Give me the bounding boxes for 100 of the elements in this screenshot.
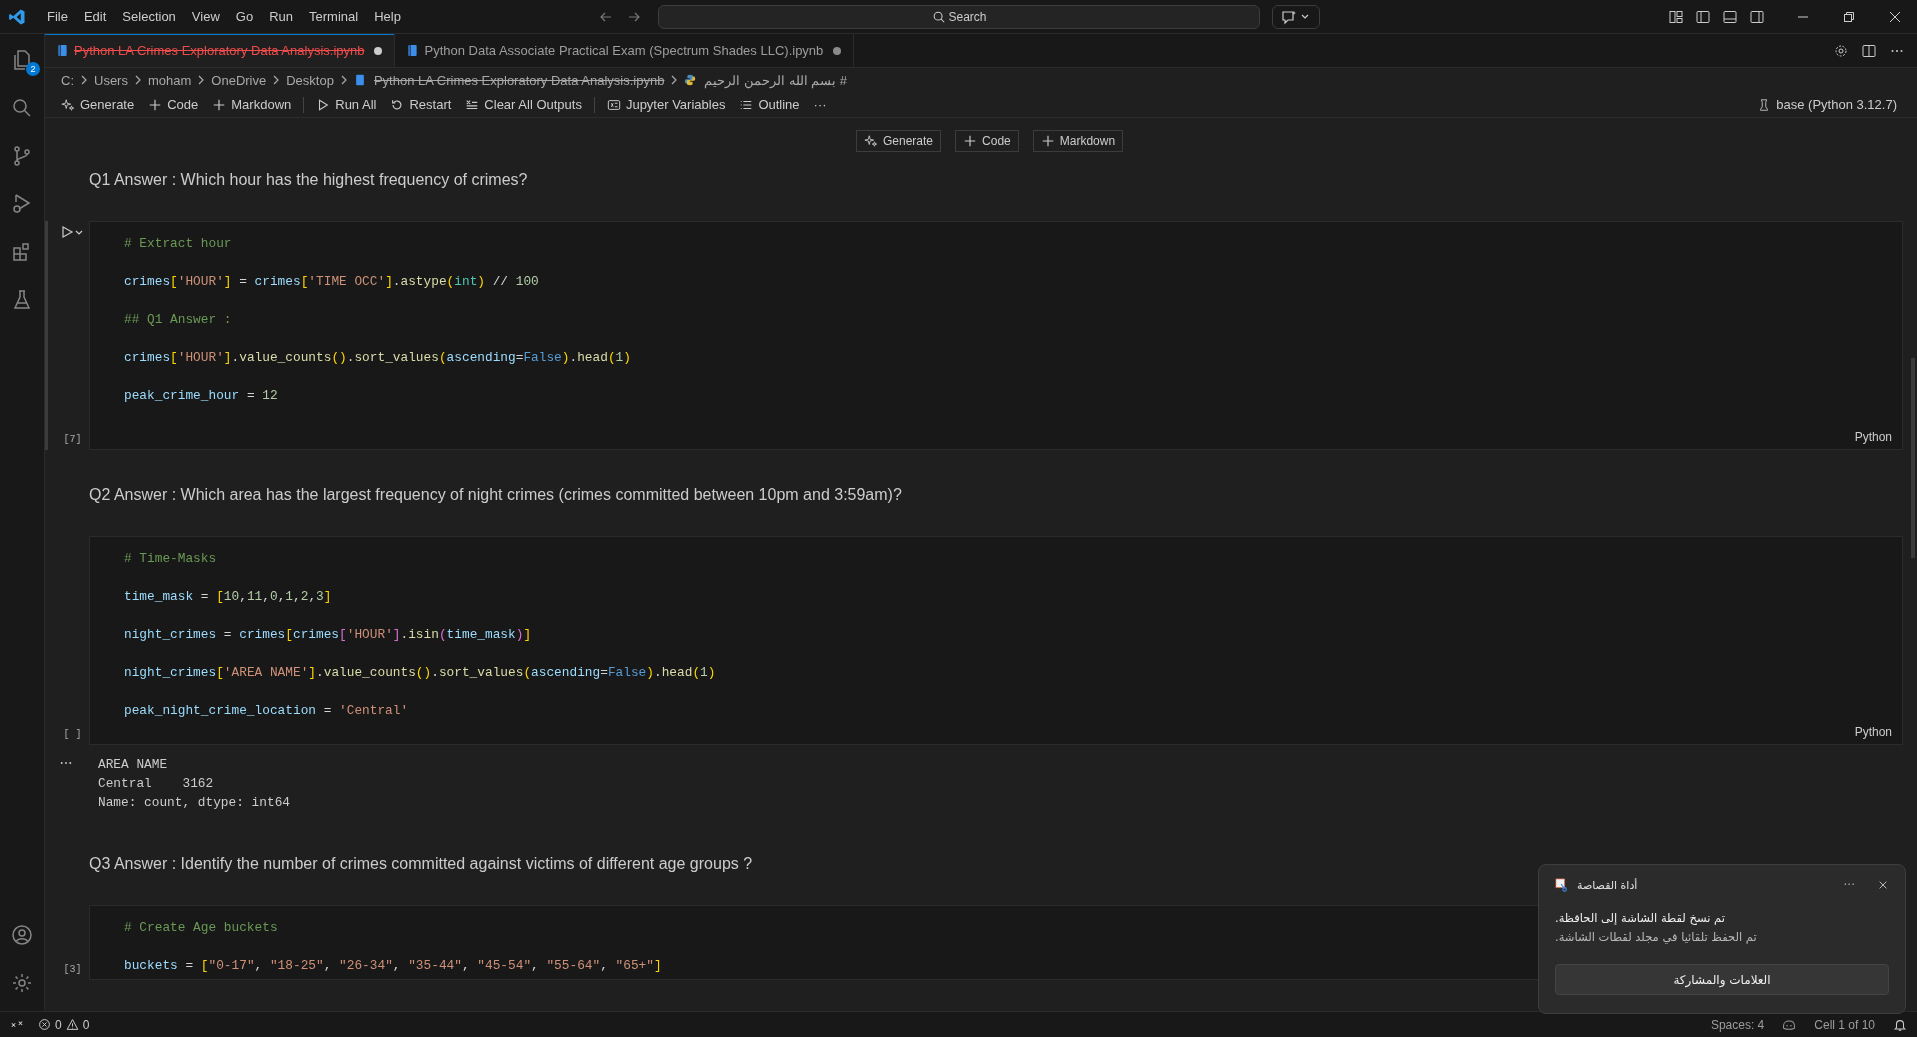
menu-item[interactable]: Go — [228, 6, 261, 27]
insert-cell-button[interactable]: Generate — [856, 130, 942, 152]
menu-item[interactable]: Edit — [76, 6, 114, 27]
notification-message: تم نسخ لقطة الشاشة إلى الحافظة. — [1555, 910, 1725, 927]
plus-icon — [963, 134, 978, 148]
chat-button[interactable] — [1271, 4, 1320, 29]
panel-toggle-icon[interactable] — [1722, 8, 1738, 25]
notebook-icon — [353, 74, 366, 86]
split-editor-icon[interactable] — [1861, 42, 1877, 59]
menu-item[interactable]: Terminal — [302, 6, 366, 27]
chevron-icon — [133, 74, 142, 86]
cell-position-status[interactable]: Cell 1 of 10 — [1814, 1017, 1875, 1032]
output-line: Central 3162 — [98, 775, 215, 793]
breadcrumb-item[interactable]: Python LA Crimes Exploratory Data Analysis.ipynb — [373, 72, 665, 88]
warning-icon — [65, 1018, 79, 1031]
plus-icon — [148, 97, 163, 112]
toolbar-button[interactable]: Markdown — [206, 95, 298, 114]
code-line: ## Q1 Answer : — [124, 311, 232, 329]
menu-item[interactable]: File — [40, 6, 75, 27]
markdown-text: Q1 Answer : Which hour has the highest frequency of crimes? — [89, 170, 528, 190]
code-line: peak_crime_hour = 12 — [124, 387, 278, 405]
code-line: crimes['HOUR'] = crimes['TIME OCC'].astype(int) // 100 — [124, 273, 539, 291]
toolbar-button[interactable]: Code — [142, 95, 205, 114]
menu-item[interactable]: Selection — [115, 6, 183, 27]
language-label[interactable]: Python — [1854, 724, 1892, 740]
breadcrumb-item[interactable]: # بسم الله الرحمن الرحيم — [704, 72, 848, 88]
run-cell-button[interactable] — [60, 225, 85, 239]
indentation-status[interactable]: Spaces: 4 — [1710, 1017, 1765, 1032]
code-line: # Create Age buckets — [124, 919, 278, 937]
plus-icon — [1040, 134, 1055, 148]
chevron-icon — [197, 74, 206, 86]
code-line: night_crimes = crimes[crimes['HOUR'].isin(time_mask)] — [124, 626, 532, 644]
editor-tab[interactable]: Python LA Crimes Exploratory Data Analysis.ipynb — [45, 34, 396, 67]
sidebar-toggle-icon[interactable] — [1695, 8, 1711, 25]
code-line: # Extract hour — [124, 235, 232, 253]
toolbar-button[interactable]: Run All — [310, 95, 383, 114]
breadcrumb-item[interactable]: OneDrive — [211, 72, 267, 88]
chevron-icon — [670, 74, 679, 86]
execution-count: [7] — [63, 434, 82, 445]
execution-count: [ ] — [63, 729, 82, 740]
more-button[interactable]: ··· — [807, 95, 833, 114]
toolbar-button[interactable]: Generate — [55, 95, 141, 114]
warning-count[interactable]: 0 — [82, 1017, 90, 1032]
run-icon — [316, 97, 331, 112]
editor-tab[interactable]: Python Data Associate Practical Exam (Spectrum Shades LLC).ipynb — [395, 34, 855, 67]
notification-message: تم الحفظ تلقائيا في مجلد لقطات الشاشة. — [1555, 929, 1757, 946]
output-line: AREA NAME — [98, 756, 169, 774]
language-label[interactable]: Python — [1854, 429, 1892, 445]
toolbar-button[interactable]: Outline — [733, 95, 806, 114]
settings-icon[interactable] — [1833, 42, 1849, 59]
secondary-sidebar-icon[interactable] — [1749, 8, 1765, 25]
insert-cell-button[interactable]: Code — [955, 130, 1019, 152]
unsaved-dot — [374, 46, 383, 55]
markdown-text: Q3 Answer : Identify the number of crimes committed against victims of different age groups ? — [89, 854, 753, 874]
breadcrumb-item[interactable]: Users — [94, 72, 128, 88]
notebook-icon — [57, 44, 68, 57]
output-menu-icon[interactable] — [60, 761, 72, 765]
breadcrumb-item[interactable]: Desktop — [286, 72, 334, 88]
code-line: peak_night_crime_location = 'Central' — [124, 702, 409, 720]
code-cell[interactable]: # Extract hour crimes['HOUR'] = crimes['TIME OCC'].astype(int) // 100 ## Q1 Answer : crimes['HOUR'].value_counts().sort_values(ascending=False).head(1) peak_crime_hour = 12 Python — [89, 221, 1903, 450]
account-icon[interactable] — [10, 923, 34, 947]
notebook-icon — [407, 44, 419, 57]
menu-item[interactable]: Help — [367, 6, 408, 27]
kernel-picker[interactable]: base (Python 3.12.7) — [1751, 95, 1903, 114]
execution-count: [3] — [63, 964, 82, 975]
restart-icon — [390, 97, 405, 112]
code-line: # Time-Masks — [124, 550, 217, 568]
output-line: Name: count, dtype: int64 — [98, 794, 290, 812]
bell-icon[interactable] — [1893, 1017, 1907, 1032]
toast-action-button[interactable]: العلامات والمشاركة — [1555, 964, 1889, 995]
markdown-text: Q2 Answer : Which area has the largest frequency of night crimes (crimes committed between 10pm and 3:59am)? — [89, 485, 902, 505]
chevron-icon — [339, 74, 348, 86]
toolbar-button[interactable]: Restart — [384, 95, 458, 114]
app-name: أداة القصاصة — [1577, 878, 1638, 892]
variables-icon — [606, 97, 621, 112]
menu-item[interactable]: View — [184, 6, 227, 27]
more-options[interactable]: ··· — [1843, 878, 1855, 892]
layout-icon[interactable] — [1668, 8, 1684, 25]
close-icon[interactable] — [1877, 879, 1889, 891]
unsaved-dot — [833, 46, 842, 55]
settings-icon[interactable] — [10, 971, 34, 995]
code-line: buckets = ["0-17", "18-25", "26-34", "35-44", "45-54", "55-64", "65+"] — [124, 957, 662, 975]
breadcrumb-item[interactable]: C: — [61, 72, 74, 88]
chat-icon — [1280, 8, 1311, 25]
sparkle-icon — [61, 97, 75, 112]
error-count[interactable]: 0 — [55, 1017, 62, 1032]
python-icon — [684, 74, 697, 86]
chevron-icon — [80, 74, 88, 86]
breadcrumb-item[interactable]: moham — [147, 72, 192, 88]
search-icon — [931, 9, 946, 24]
code-editor-logo — [8, 7, 26, 26]
menu-item[interactable]: Run — [262, 6, 300, 27]
toolbar-button[interactable]: Jupyter Variables — [600, 95, 732, 114]
search-field[interactable]: Search — [657, 4, 1260, 29]
count-badge: 2 — [26, 62, 40, 76]
chevron-icon — [272, 74, 281, 86]
insert-cell-button[interactable]: Markdown — [1032, 130, 1124, 152]
error-icon — [38, 1018, 51, 1031]
toolbar-button[interactable]: Clear All Outputs — [459, 95, 588, 114]
plus-icon — [212, 97, 227, 112]
